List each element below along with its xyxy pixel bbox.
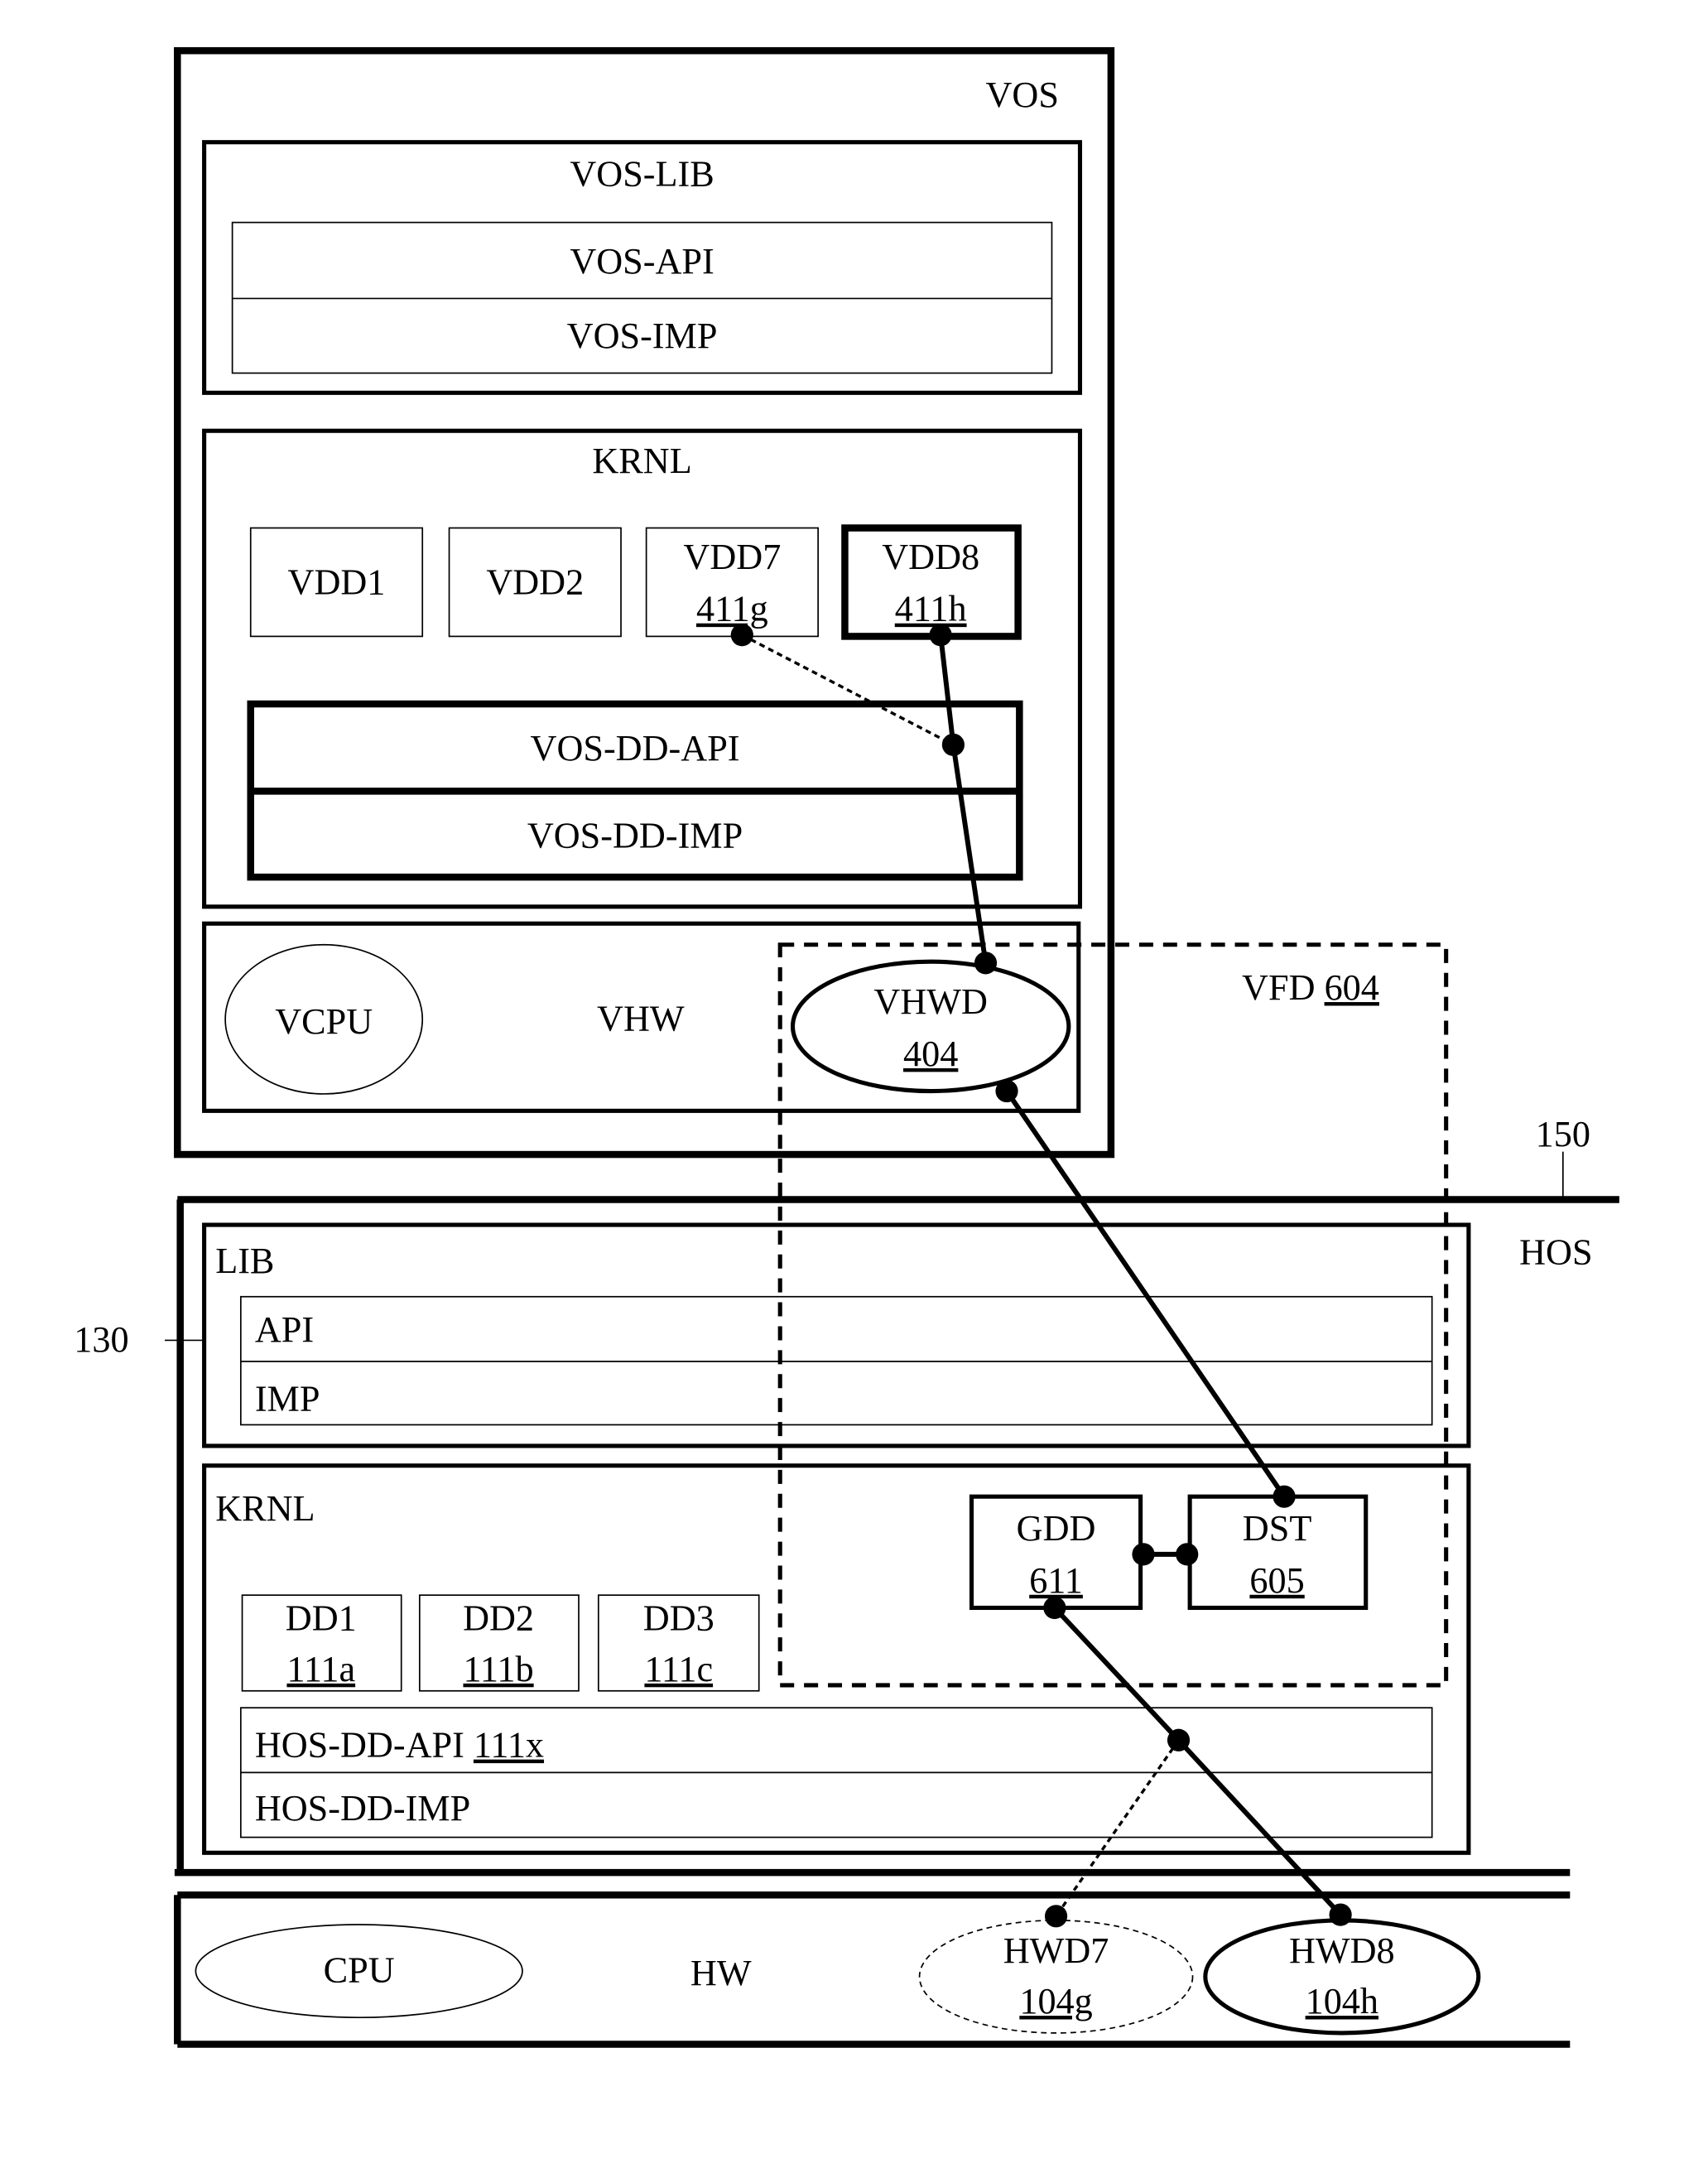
dd1-box: DD1 111a [241, 1594, 402, 1692]
vdd1-box: VDD1 [249, 527, 424, 638]
vos-lib-label: VOS-LIB [570, 153, 714, 194]
dd2-label: DD2 [463, 1598, 534, 1639]
vdd2-box: VDD2 [448, 527, 622, 638]
connector-dot-vdd7 [730, 624, 753, 647]
vos-dd-imp-label: VOS-DD-IMP [527, 815, 743, 855]
vhwd-ref: 404 [903, 1034, 958, 1074]
ref-150: 150 [1536, 1114, 1590, 1200]
hos-dd-api-ref: 111x [474, 1725, 544, 1766]
vdd8-box: VDD8 411h [841, 524, 1022, 640]
vdd2-label: VDD2 [486, 561, 584, 602]
vhw-label: VHW [597, 998, 685, 1038]
vos-lib-block: VOS-LIB VOS-API VOS-IMP [202, 140, 1083, 395]
vhwd-label: VHWD [873, 981, 988, 1022]
vos-container: VOS VOS-LIB VOS-API VOS-IMP KRNL VDD1 VD… [174, 46, 1115, 1159]
hwd7-node: HWD7 104g [918, 1920, 1194, 2034]
hos-krnl-block: KRNL DD1 111a DD2 111b DD3 111c GDD 611 [202, 1463, 1471, 1855]
vcpu-label: VCPU [275, 1001, 373, 1042]
connector-dot-vos-dd-api [941, 733, 965, 756]
vfd-ref: 604 [1325, 967, 1379, 1008]
dst-label: DST [1243, 1508, 1312, 1549]
hwd8-ref: 104h [1306, 1981, 1378, 2021]
connector-dot-hwd7 [1044, 1905, 1068, 1928]
dd2-ref: 111b [463, 1649, 533, 1689]
link-hos-dd-api-to-hwd8 [1176, 1738, 1343, 1917]
link-vdd7-to-vos-dd-api [741, 634, 955, 746]
hw-container: CPU HW HWD7 104g HWD8 104h [174, 1891, 1571, 2048]
dst-ref: 605 [1249, 1560, 1304, 1601]
ref-150-label: 150 [1536, 1114, 1590, 1154]
dd2-box: DD2 111b [418, 1594, 580, 1692]
link-vos-dd-api-to-vhwd [950, 744, 989, 964]
vhw-block: VCPU VHW VHWD 404 [202, 921, 1081, 1113]
dd3-box: DD3 111c [597, 1594, 760, 1692]
hos-lib-label: LIB [215, 1241, 274, 1281]
ref-130: 130 [74, 1319, 204, 1360]
vfd-label: VFD 604 [1242, 967, 1379, 1008]
dst-box: DST 605 [1187, 1494, 1369, 1611]
ref-130-label: 130 [74, 1319, 128, 1360]
hos-lib-block: LIB API IMP [202, 1222, 1471, 1448]
cpu-label: CPU [324, 1950, 395, 1991]
dd3-label: DD3 [643, 1598, 714, 1639]
vdd7-label: VDD7 [683, 537, 781, 577]
hos-container: HOS 130 LIB API IMP KRNL DD1 111a DD2 11… [74, 1196, 1619, 1877]
vos-dd-block: VOS-DD-API VOS-DD-IMP [247, 700, 1023, 881]
hos-dd-api-name: HOS-DD-API [255, 1725, 464, 1766]
hwd7-label: HWD7 [1003, 1930, 1109, 1971]
connector-dot-gdd-right [1132, 1543, 1155, 1566]
vos-krnl-label: KRNL [592, 441, 691, 481]
vdd7-box: VDD7 411g [645, 527, 819, 638]
hwd7-ref: 104g [1019, 1981, 1092, 2021]
link-vhwd-to-dst [1004, 1089, 1287, 1498]
connector-dot-vhwd-bottom [995, 1079, 1018, 1103]
hos-lib-box [202, 1222, 1471, 1448]
connector-dot-gdd-bottom [1043, 1596, 1066, 1620]
hwd8-node: HWD8 104h [1203, 1918, 1481, 2036]
vos-imp-label: VOS-IMP [567, 316, 718, 356]
link-hos-dd-api-to-hwd7 [1055, 1739, 1180, 1917]
dd1-ref: 111a [286, 1649, 355, 1689]
vfd-name: VFD [1242, 967, 1315, 1008]
connector-dot-vhwd-top [974, 952, 998, 975]
connector-dot-vdd8 [929, 624, 952, 647]
hos-dd-api-label: HOS-DD-API 111x [255, 1725, 544, 1766]
hwd8-label: HWD8 [1289, 1930, 1395, 1971]
hos-label: HOS [1519, 1232, 1592, 1273]
hos-api-label: API [255, 1309, 314, 1350]
vdd1-label: VDD1 [288, 561, 386, 602]
dd3-ref: 111c [644, 1649, 713, 1689]
hos-dd-imp-label: HOS-DD-IMP [255, 1788, 470, 1829]
link-gdd-to-hos-dd-api [1052, 1606, 1181, 1742]
vdd8-ref: 411h [895, 589, 967, 629]
hos-krnl-label: KRNL [215, 1488, 315, 1529]
dd1-label: DD1 [286, 1598, 357, 1639]
vos-label: VOS [986, 75, 1059, 115]
connector-dot-dst-top [1273, 1485, 1296, 1508]
gdd-box: GDD 611 [969, 1494, 1143, 1611]
vdd7-ref: 411g [696, 589, 768, 629]
connector-dot-hwd8 [1329, 1903, 1352, 1926]
gdd-ref: 611 [1029, 1560, 1083, 1601]
vdd8-label: VDD8 [882, 537, 979, 577]
hos-imp-label: IMP [255, 1378, 320, 1419]
connections [730, 624, 1352, 1928]
virtualization-diagram: VOS VOS-LIB VOS-API VOS-IMP KRNL VDD1 VD… [74, 46, 1619, 2048]
vos-api-label: VOS-API [570, 241, 714, 282]
vos-dd-api-label: VOS-DD-API [531, 728, 740, 769]
vos-krnl-block: KRNL VDD1 VDD2 VDD7 411g VDD8 411h VOS-D… [202, 428, 1083, 909]
hw-label: HW [690, 1953, 752, 1993]
connector-dot-dst-left [1176, 1543, 1199, 1566]
link-vdd8-to-vos-dd-api [938, 634, 956, 745]
connector-dot-hos-dd-api [1167, 1728, 1191, 1752]
gdd-label: GDD [1017, 1508, 1096, 1549]
